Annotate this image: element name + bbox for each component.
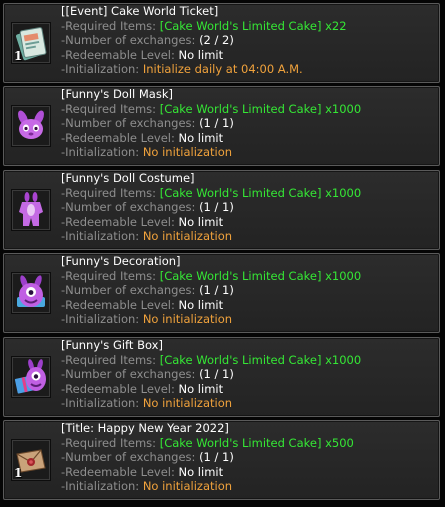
initialization-value: No initialization: [142, 396, 233, 411]
initialization-value: No initialization: [142, 229, 233, 244]
exchanges-value: (2 / 2): [199, 33, 234, 48]
exchanges-label: -Number of exchanges:: [61, 367, 200, 382]
exchanges-label: -Number of exchanges:: [61, 116, 200, 131]
required-items-value: [Cake World's Limited Cake] x1000: [159, 268, 362, 283]
required-items-value: [Cake World's Limited Cake] x1000: [159, 101, 362, 116]
required-items-value: [Cake World's Limited Cake] x500: [159, 435, 354, 450]
item-slot[interactable]: [11, 189, 51, 231]
required-items-label: -Required Items:: [61, 101, 160, 116]
exchanges-value: (1 / 1): [199, 367, 234, 382]
exchange-entry[interactable]: [Funny's Doll Costume] -Required Items: …: [3, 170, 440, 250]
item-title: [[Event] Cake World Ticket]: [61, 4, 219, 18]
exchange-entry[interactable]: 1 [[Event] Cake World Ticket] -Required …: [3, 3, 440, 83]
redeemable-level-value: No limit: [178, 464, 224, 479]
initialization-value: No initialization: [142, 312, 233, 327]
item-title: [Funny's Gift Box]: [61, 338, 163, 352]
initialization-value: No initialization: [142, 479, 233, 494]
required-items-label: -Required Items:: [61, 18, 160, 33]
item-title: [Funny's Doll Mask]: [61, 87, 173, 101]
exchanges-value: (1 / 1): [199, 116, 234, 131]
required-items-value: [Cake World's Limited Cake] x1000: [159, 185, 362, 200]
item-title: [Funny's Doll Costume]: [61, 171, 195, 185]
redeemable-level-label: -Redeemable Level:: [61, 381, 179, 396]
decoration-icon: [17, 275, 45, 307]
initialization-label: -Initialization:: [61, 229, 143, 244]
doll-mask-icon: [18, 110, 44, 139]
required-items-label: -Required Items:: [61, 352, 160, 367]
redeemable-level-value: No limit: [178, 297, 224, 312]
exchange-entry[interactable]: [Funny's Gift Box] -Required Items: [Cak…: [3, 337, 440, 417]
item-title: [Funny's Decoration]: [61, 254, 181, 268]
item-slot[interactable]: 1: [11, 22, 51, 64]
initialization-label: -Initialization:: [61, 396, 143, 411]
exchanges-value: (1 / 1): [199, 283, 234, 298]
item-quantity: 1: [14, 49, 23, 63]
redeemable-level-value: No limit: [178, 47, 224, 62]
redeemable-level-value: No limit: [178, 381, 224, 396]
redeemable-level-label: -Redeemable Level:: [61, 130, 179, 145]
item-slot[interactable]: [11, 272, 51, 314]
item-slot[interactable]: [11, 356, 51, 398]
required-items-label: -Required Items:: [61, 268, 160, 283]
exchanges-value: (1 / 1): [199, 200, 234, 215]
exchange-entry[interactable]: [Funny's Doll Mask] -Required Items: [Ca…: [3, 86, 440, 166]
initialization-value: Initialize daily at 04:00 A.M.: [142, 62, 303, 77]
exchanges-label: -Number of exchanges:: [61, 33, 200, 48]
item-slot[interactable]: 1: [11, 439, 51, 481]
item-quantity: 1: [14, 466, 23, 480]
redeemable-level-label: -Redeemable Level:: [61, 47, 179, 62]
item-title: [Title: Happy New Year 2022]: [61, 421, 229, 435]
exchanges-label: -Number of exchanges:: [61, 450, 200, 465]
exchange-list: 1 [[Event] Cake World Ticket] -Required …: [0, 0, 445, 507]
redeemable-level-label: -Redeemable Level:: [61, 464, 179, 479]
required-items-value: [Cake World's Limited Cake] x1000: [159, 352, 362, 367]
initialization-label: -Initialization:: [61, 145, 143, 160]
item-slot[interactable]: [11, 105, 51, 147]
exchanges-value: (1 / 1): [199, 450, 234, 465]
redeemable-level-value: No limit: [178, 130, 224, 145]
exchange-entry[interactable]: 1 [Title: Happy New Year 2022] -Required…: [3, 420, 440, 500]
exchanges-label: -Number of exchanges:: [61, 283, 200, 298]
initialization-label: -Initialization:: [61, 312, 143, 327]
required-items-label: -Required Items:: [61, 435, 160, 450]
redeemable-level-value: No limit: [178, 214, 224, 229]
doll-costume-icon: [19, 192, 43, 226]
initialization-value: No initialization: [142, 145, 233, 160]
gift-box-icon: [14, 359, 46, 394]
redeemable-level-label: -Redeemable Level:: [61, 297, 179, 312]
required-items-label: -Required Items:: [61, 185, 160, 200]
exchanges-label: -Number of exchanges:: [61, 200, 200, 215]
redeemable-level-label: -Redeemable Level:: [61, 214, 179, 229]
exchange-entry[interactable]: [Funny's Decoration] -Required Items: [C…: [3, 253, 440, 333]
initialization-label: -Initialization:: [61, 479, 143, 494]
required-items-value: [Cake World's Limited Cake] x22: [159, 18, 347, 33]
initialization-label: -Initialization:: [61, 62, 143, 77]
